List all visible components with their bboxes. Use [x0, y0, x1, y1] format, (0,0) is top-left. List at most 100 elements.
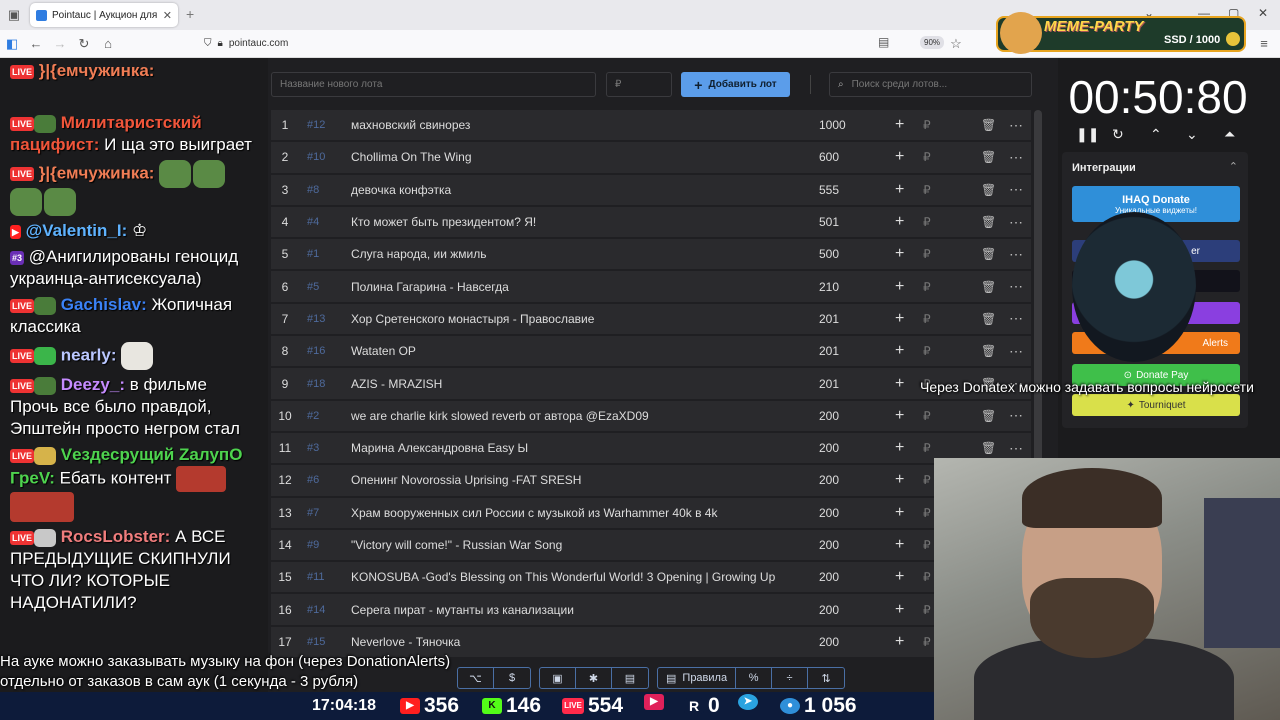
add-amount-plus-icon[interactable]: +: [895, 471, 904, 489]
menu-icon[interactable]: ≡: [1252, 36, 1276, 51]
lot-amount-input[interactable]: ₽: [606, 72, 672, 97]
lot-amount[interactable]: 200: [819, 538, 839, 552]
lot-amount[interactable]: 200: [819, 441, 839, 455]
double-chevron-up-icon[interactable]: ⏶: [1224, 126, 1235, 143]
lot-row[interactable]: 5 #1 Слуга народа, ии жмиль 500 + ₽ 🗑︎ ⋯: [271, 239, 1031, 272]
add-amount-plus-icon[interactable]: +: [895, 278, 904, 296]
add-amount-plus-icon[interactable]: +: [895, 181, 904, 199]
lot-amount[interactable]: 555: [819, 183, 839, 197]
lot-row[interactable]: 12 #6 Опенинг Novorossia Uprising -FAT SRE…: [271, 465, 1031, 498]
lot-name[interactable]: Опенинг Novorossia Uprising -FAT SRESH: [351, 473, 801, 487]
tourniquet-button[interactable]: ✦ Tourniquet: [1072, 394, 1240, 416]
add-amount-plus-icon[interactable]: +: [895, 342, 904, 360]
close-tab-icon[interactable]: ✕: [163, 9, 172, 22]
lot-row[interactable]: 11 #3 Марина Александровна Easy Ы 200 + ₽ 🗑︎ ⋯: [271, 432, 1031, 466]
lot-name[interactable]: Полина Гагарина - Навсегда: [351, 280, 801, 294]
lot-amount[interactable]: 200: [819, 570, 839, 584]
lot-amount[interactable]: 501: [819, 215, 839, 229]
lot-row[interactable]: 8 #16 Wataten OP 201 + ₽ 🗑︎ ⋯: [271, 336, 1031, 369]
add-lot-button[interactable]: + Добавить лот: [681, 72, 790, 97]
new-tab-button[interactable]: +: [186, 6, 194, 22]
more-options-icon[interactable]: ⋯: [1009, 343, 1023, 360]
add-amount-plus-icon[interactable]: +: [895, 148, 904, 166]
more-options-icon[interactable]: ⋯: [1009, 117, 1023, 134]
add-amount-plus-icon[interactable]: +: [895, 310, 904, 328]
lot-name[interactable]: Храм вооруженных сил России с музыкой из…: [351, 506, 801, 520]
add-amount-plus-icon[interactable]: +: [895, 245, 904, 263]
lot-name[interactable]: "Victory will come!" - Russian War Song: [351, 538, 801, 552]
lot-row[interactable]: 3 #8 девочка конфэтка 555 + ₽ 🗑︎ ⋯: [271, 174, 1031, 207]
lot-name[interactable]: Кто может быть президентом? Я!: [351, 215, 801, 229]
restart-icon[interactable]: ↻: [1112, 126, 1124, 143]
address-bar[interactable]: ⛉ 🔒︎ pointauc.com: [204, 38, 288, 49]
lot-name[interactable]: Wataten OP: [351, 344, 801, 358]
reload-icon[interactable]: ↻: [72, 36, 96, 52]
lot-row[interactable]: 1 #12 махновский свинорез 1000 + ₽ 🗑︎ ⋯: [271, 110, 1031, 143]
lot-row[interactable]: 13 #7 Храм вооруженных сил России с музыко…: [271, 497, 1031, 530]
lot-amount[interactable]: 500: [819, 247, 839, 261]
search-lots-input[interactable]: ⌕ Поиск среди лотов...: [829, 72, 1032, 97]
percent-icon[interactable]: %: [736, 668, 773, 688]
lots-scrollbar[interactable]: [1034, 110, 1042, 480]
lot-row[interactable]: 16 #14 Серега пират - мутанты из канализац…: [271, 594, 1031, 627]
lot-amount[interactable]: 201: [819, 377, 839, 391]
lot-name[interactable]: AZIS - MRAZISH: [351, 377, 801, 391]
more-options-icon[interactable]: ⋯: [1009, 310, 1023, 327]
lot-row[interactable]: 14 #9 "Victory will come!" - Russian War S…: [271, 529, 1031, 563]
delete-trash-icon[interactable]: 🗑︎: [981, 409, 996, 423]
close-window-icon[interactable]: ✕: [1258, 6, 1268, 20]
delete-trash-icon[interactable]: 🗑︎: [981, 118, 996, 132]
reader-view-icon[interactable]: ▤: [878, 35, 889, 49]
add-amount-plus-icon[interactable]: +: [895, 504, 904, 522]
more-options-icon[interactable]: ⋯: [1009, 214, 1023, 231]
tab-list-icon[interactable]: ▣: [2, 7, 26, 23]
lot-amount[interactable]: 200: [819, 635, 839, 649]
delete-trash-icon[interactable]: 🗑︎: [981, 441, 996, 455]
lot-row[interactable]: 15 #11 KONOSUBA -God's Blessing on This Wo…: [271, 562, 1031, 595]
sort-icon[interactable]: ⇅: [808, 668, 844, 688]
add-amount-plus-icon[interactable]: +: [895, 601, 904, 619]
lot-row[interactable]: 6 #5 Полина Гагарина - Навсегда 210 + ₽ 🗑︎ ⋯: [271, 271, 1031, 304]
delete-trash-icon[interactable]: 🗑︎: [981, 247, 996, 261]
add-amount-plus-icon[interactable]: +: [895, 407, 904, 425]
browser-tab[interactable]: Pointauc | Аукцион для стримера ✕: [30, 3, 178, 27]
lot-amount[interactable]: 200: [819, 473, 839, 487]
bookmark-star-icon[interactable]: ☆: [944, 36, 968, 52]
home-icon[interactable]: ⌂: [96, 36, 120, 51]
sidebar-icon[interactable]: ◧: [0, 36, 24, 52]
divide-icon[interactable]: ÷: [772, 668, 809, 688]
github-icon[interactable]: ⌥: [458, 668, 494, 688]
add-amount-plus-icon[interactable]: +: [895, 439, 904, 457]
lot-name[interactable]: девочка конфэтка: [351, 183, 801, 197]
lot-amount[interactable]: 201: [819, 344, 839, 358]
add-amount-plus-icon[interactable]: +: [895, 213, 904, 231]
lot-name[interactable]: we are charlie kirk slowed reverb от авт…: [351, 409, 801, 423]
donate-dollar-icon[interactable]: $: [494, 668, 530, 688]
chevron-down-icon[interactable]: ⌄: [1186, 126, 1198, 143]
bug-icon[interactable]: ✱: [576, 668, 612, 688]
delete-trash-icon[interactable]: 🗑︎: [981, 344, 996, 358]
more-options-icon[interactable]: ⋯: [1009, 149, 1023, 166]
lot-name[interactable]: Neverlove - Тяночка: [351, 635, 801, 649]
lot-name[interactable]: KONOSUBA -God's Blessing on This Wonderf…: [351, 570, 801, 584]
add-amount-plus-icon[interactable]: +: [895, 375, 904, 393]
more-options-icon[interactable]: ⋯: [1009, 246, 1023, 263]
lot-name[interactable]: Слуга народа, ии жмиль: [351, 247, 801, 261]
lot-amount[interactable]: 600: [819, 150, 839, 164]
save-icon[interactable]: ▣: [540, 668, 576, 688]
lot-row[interactable]: 9 #18 AZIS - MRAZISH 201 + ₽ 🗑︎ ⋯: [271, 368, 1031, 401]
delete-trash-icon[interactable]: 🗑︎: [981, 280, 996, 294]
lot-amount[interactable]: 210: [819, 280, 839, 294]
lot-name[interactable]: Марина Александровна Easy Ы: [351, 441, 801, 455]
more-options-icon[interactable]: ⋯: [1009, 440, 1023, 457]
collapse-chevron-icon[interactable]: ⌃: [1229, 160, 1238, 173]
lot-amount[interactable]: 200: [819, 506, 839, 520]
lot-row[interactable]: 2 #10 Chollima On The Wing 600 + ₽ 🗑︎ ⋯: [271, 142, 1031, 175]
lot-row[interactable]: 7 #13 Хор Сретенского монастыря - Правосла…: [271, 303, 1031, 337]
back-icon[interactable]: ←: [24, 36, 48, 51]
lot-name[interactable]: Chollima On The Wing: [351, 150, 801, 164]
lot-name[interactable]: Серега пират - мутанты из канализации: [351, 603, 801, 617]
delete-trash-icon[interactable]: 🗑︎: [981, 215, 996, 229]
more-options-icon[interactable]: ⋯: [1009, 181, 1023, 198]
lot-amount[interactable]: 1000: [819, 118, 846, 132]
